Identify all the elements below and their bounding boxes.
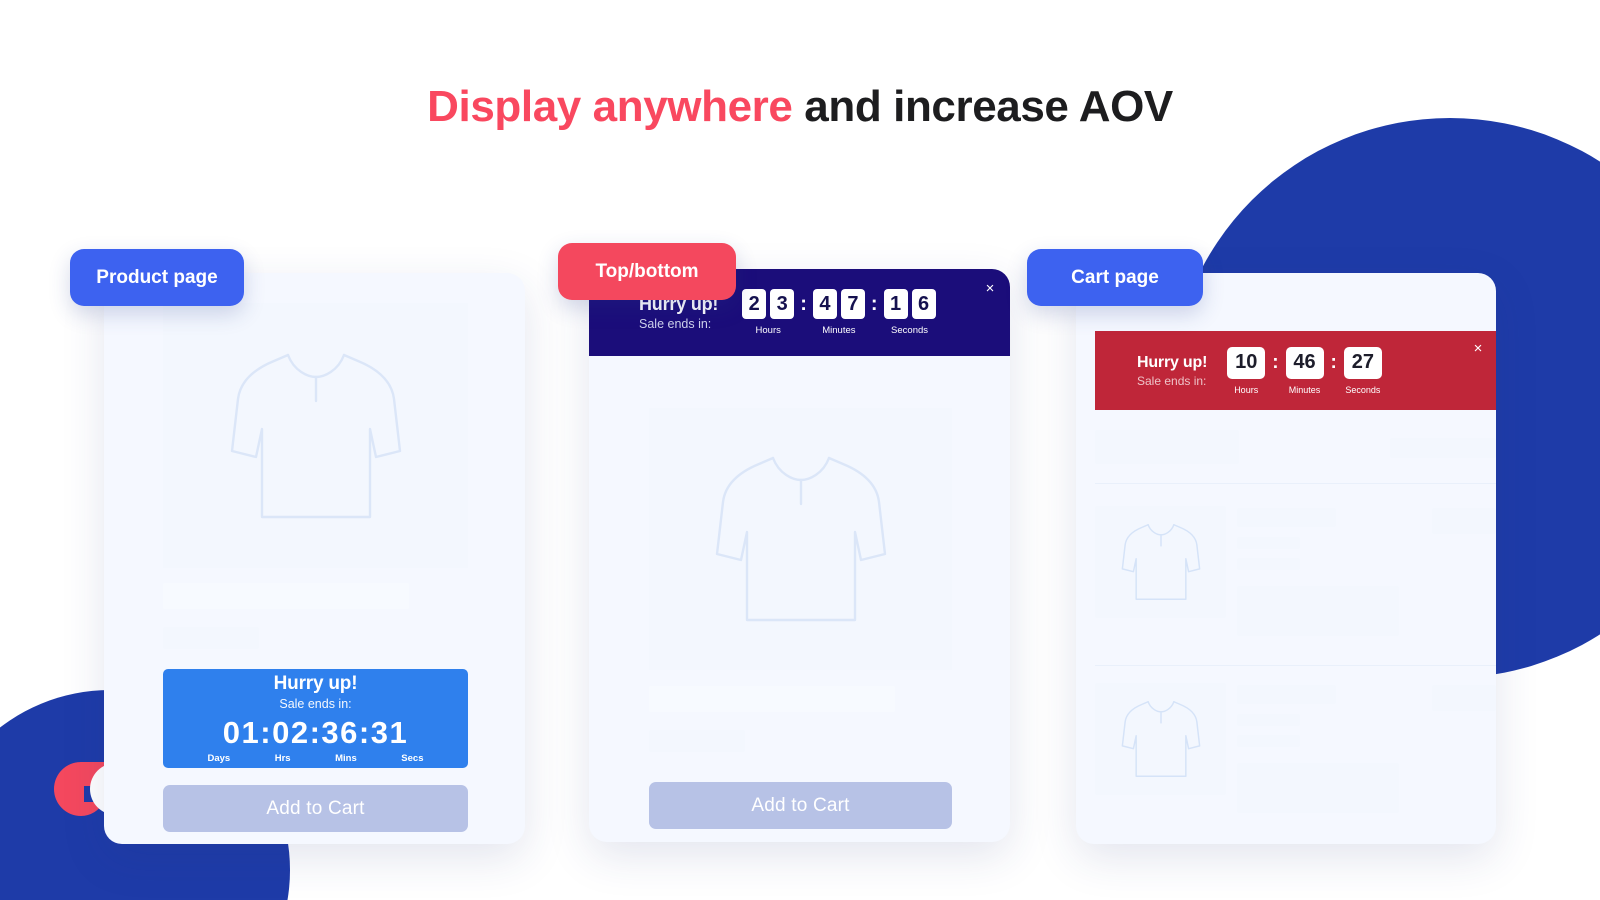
timer-hours-label: Hours bbox=[755, 325, 781, 336]
timer-minutes-tiles: 4 7 bbox=[812, 289, 865, 319]
digit-tile: 3 bbox=[770, 289, 795, 319]
cart-item-title-placeholder bbox=[1237, 685, 1336, 704]
badge-top-bottom-label: Top/bottom bbox=[595, 260, 699, 282]
timer-units: Days Hrs Mins Secs bbox=[208, 753, 424, 764]
digit-tile: 4 bbox=[812, 289, 837, 319]
timer-minutes-value: 46 bbox=[1285, 346, 1324, 379]
timer-clock: 01:02:36:31 bbox=[222, 715, 409, 750]
badge-cart-page: Cart page bbox=[1027, 249, 1203, 306]
product-price-placeholder bbox=[649, 730, 745, 752]
digit-tile: 6 bbox=[911, 289, 936, 319]
product-title-placeholder bbox=[163, 583, 409, 609]
shirt-outline-icon bbox=[715, 456, 886, 622]
cart-item-qty-placeholder bbox=[1237, 586, 1399, 636]
page-title: Display anywhere and increase AOV bbox=[0, 82, 1600, 132]
cart-header-placeholder bbox=[1095, 430, 1239, 464]
cart-item-price-placeholder bbox=[1432, 508, 1496, 534]
cart-item-title-placeholder bbox=[1237, 508, 1336, 527]
timer-subtitle: Sale ends in: bbox=[1137, 373, 1207, 388]
cart-item-qty-placeholder bbox=[1237, 763, 1399, 813]
product-title-placeholder bbox=[649, 686, 895, 712]
timer-group-minutes: 4 7 Minutes bbox=[812, 289, 865, 336]
add-to-cart-button[interactable]: Add to Cart bbox=[649, 782, 952, 829]
add-to-cart-label: Add to Cart bbox=[751, 794, 850, 816]
close-icon[interactable]: × bbox=[982, 280, 998, 296]
cart-item-meta-placeholder bbox=[1237, 558, 1300, 570]
timer-unit-secs: Secs bbox=[401, 753, 424, 764]
add-to-cart-button[interactable]: Add to Cart bbox=[163, 785, 468, 832]
timer-minutes-label: Minutes bbox=[1288, 384, 1321, 395]
topbar-digit-groups: 2 3 Hours : 4 7 Minutes : 1 6 Seconds bbox=[742, 289, 936, 336]
close-icon-glyph: × bbox=[985, 279, 995, 297]
cart-item-meta-placeholder bbox=[1237, 714, 1300, 726]
shirt-outline-icon bbox=[1121, 524, 1200, 600]
close-icon[interactable]: × bbox=[1470, 340, 1486, 356]
product-price-placeholder bbox=[163, 627, 259, 649]
shirt-outline-icon bbox=[230, 353, 401, 518]
timer-minutes-label: Minutes bbox=[822, 325, 856, 336]
cart-item-thumbnail bbox=[1095, 506, 1226, 618]
digit-tile: 2 bbox=[742, 289, 767, 319]
digit-tile: 7 bbox=[840, 289, 865, 319]
timer-seconds-label: Seconds bbox=[1345, 384, 1381, 395]
badge-product-page-label: Product page bbox=[96, 266, 218, 288]
card-cart-page: Hurry up! Sale ends in: 10 Hours : 46 Mi… bbox=[1076, 273, 1496, 844]
timer-group-seconds: 1 6 Seconds bbox=[883, 289, 936, 336]
close-icon-glyph: × bbox=[1473, 339, 1483, 357]
cart-item-meta-placeholder bbox=[1237, 537, 1300, 549]
add-to-cart-label: Add to Cart bbox=[266, 797, 365, 819]
cart-item-row bbox=[1095, 683, 1496, 813]
cart-item-thumbnail bbox=[1095, 683, 1226, 795]
timer-unit-hrs: Hrs bbox=[274, 753, 291, 764]
page-title-rest: and increase AOV bbox=[792, 82, 1173, 131]
divider bbox=[1095, 665, 1496, 666]
timer-separator: : bbox=[1272, 351, 1279, 373]
product-image-placeholder bbox=[163, 303, 468, 568]
timer-subtitle: Sale ends in: bbox=[639, 317, 712, 331]
badge-top-bottom: Top/bottom bbox=[558, 243, 736, 300]
timer-seconds-label: Seconds bbox=[891, 325, 929, 336]
cart-header-row bbox=[1095, 430, 1496, 464]
timer-hours-value: 10 bbox=[1227, 346, 1266, 379]
timer-hours-label: Hours bbox=[1234, 384, 1259, 395]
timer-unit-days: Days bbox=[207, 753, 231, 764]
cart-item-meta-placeholder bbox=[1237, 735, 1300, 747]
product-image-placeholder bbox=[649, 408, 952, 670]
timer-group-hours: 10 Hours bbox=[1227, 346, 1266, 395]
shirt-outline-icon bbox=[1121, 701, 1200, 777]
timer-hours-tiles: 2 3 bbox=[742, 289, 795, 319]
card-product-page: Hurry up! Sale ends in: 01:02:36:31 Days… bbox=[104, 273, 525, 844]
product-countdown-timer: Hurry up! Sale ends in: 01:02:36:31 Days… bbox=[163, 669, 468, 768]
timer-group-hours: 2 3 Hours bbox=[742, 289, 795, 336]
divider bbox=[1095, 483, 1496, 484]
page-title-accent: Display anywhere bbox=[427, 82, 793, 131]
timer-unit-mins: Mins bbox=[335, 753, 357, 764]
cart-timer-text: Hurry up! Sale ends in: bbox=[1137, 354, 1207, 388]
timer-group-seconds: 27 Seconds bbox=[1343, 346, 1382, 395]
timer-title: Hurry up! bbox=[273, 673, 358, 694]
timer-separator: : bbox=[800, 293, 807, 315]
page-root: Display anywhere and increase AOV Produc… bbox=[0, 0, 1600, 900]
timer-subtitle: Sale ends in: bbox=[279, 697, 352, 711]
cart-item-row bbox=[1095, 506, 1496, 636]
cart-countdown-timer: Hurry up! Sale ends in: 10 Hours : 46 Mi… bbox=[1095, 331, 1496, 410]
timer-seconds-tiles: 1 6 bbox=[883, 289, 936, 319]
timer-title: Hurry up! bbox=[1137, 353, 1208, 371]
digit-tile: 1 bbox=[883, 289, 908, 319]
cart-header-total-placeholder bbox=[1390, 438, 1496, 458]
card-top-bottom: Hurry up! Sale ends in: 2 3 Hours : 4 7 bbox=[589, 269, 1010, 842]
cart-item-price-placeholder bbox=[1432, 685, 1496, 711]
timer-group-minutes: 46 Minutes bbox=[1285, 346, 1324, 395]
badge-cart-page-label: Cart page bbox=[1071, 266, 1159, 288]
timer-seconds-value: 27 bbox=[1343, 346, 1382, 379]
cart-digit-groups: 10 Hours : 46 Minutes : 27 Seconds bbox=[1227, 346, 1382, 395]
timer-separator: : bbox=[870, 293, 878, 315]
timer-separator: : bbox=[1330, 351, 1337, 373]
badge-product-page: Product page bbox=[70, 249, 244, 306]
